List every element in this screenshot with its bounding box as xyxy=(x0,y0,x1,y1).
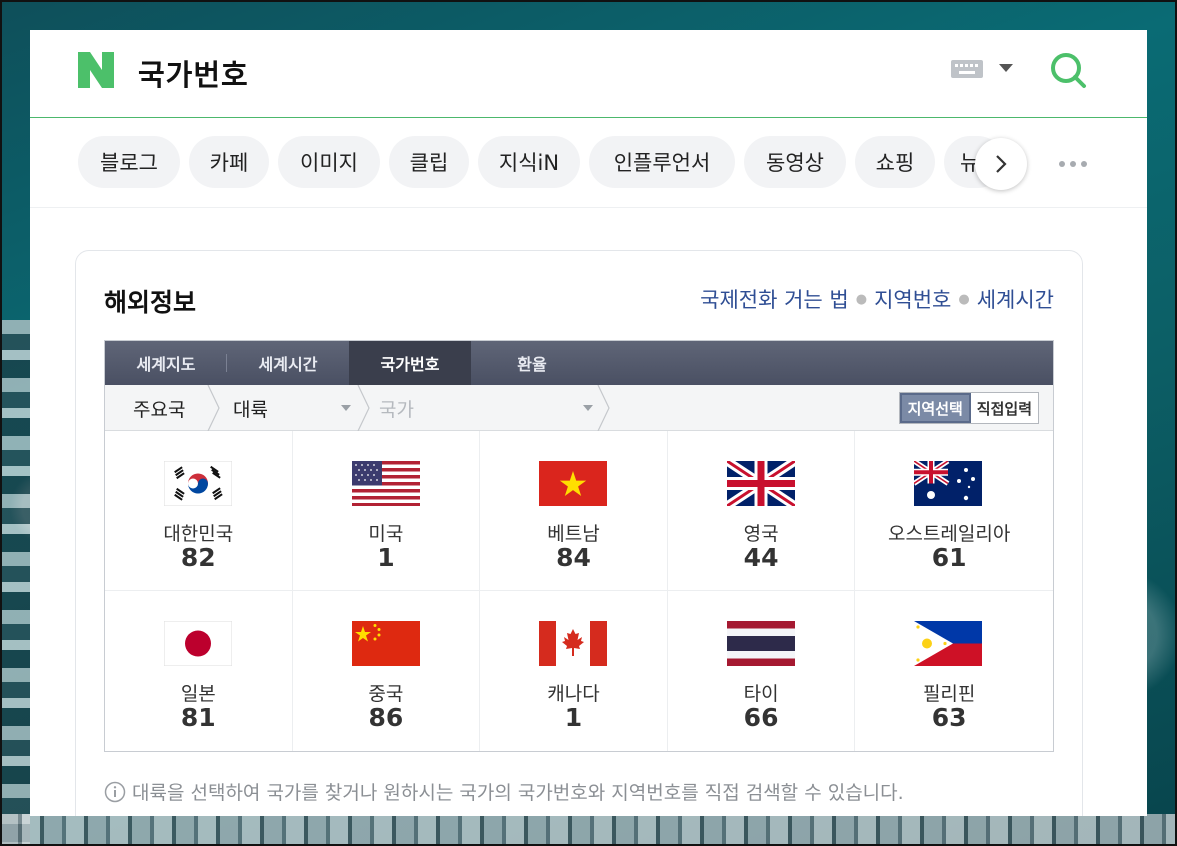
country-name: 필리핀 xyxy=(922,683,976,705)
tabs-next-button[interactable] xyxy=(975,138,1027,190)
keyboard-icon[interactable] xyxy=(951,60,983,78)
search-icon[interactable] xyxy=(1048,50,1088,90)
filter-major-countries[interactable]: 주요국 xyxy=(133,385,185,431)
background-marina-bottom xyxy=(0,814,1177,846)
country-code-widget: 세계지도 세계시간 국가번호 환율 주요국 대륙 국가 지역선택 직접입력 대한… xyxy=(104,340,1054,752)
card-title: 해외정보 xyxy=(104,288,197,317)
link-separator: ● xyxy=(958,291,970,307)
tab-kin[interactable]: 지식iN xyxy=(478,136,580,188)
widget-tabs: 세계지도 세계시간 국가번호 환율 xyxy=(105,341,1053,385)
country-name: 일본 xyxy=(180,683,216,705)
tab-world-map[interactable]: 세계지도 xyxy=(105,341,227,385)
continent-select[interactable]: 대륙 xyxy=(233,385,268,431)
country-name: 캐나다 xyxy=(547,683,600,705)
tab-clip[interactable]: 클립 xyxy=(389,136,469,188)
country-row: 일본 81 중국 86 캐나다 1 타이 66 필리핀 63 xyxy=(105,591,1053,751)
country-cell-vn[interactable]: 베트남 84 xyxy=(480,431,668,590)
country-cell-th[interactable]: 타이 66 xyxy=(668,591,856,751)
country-select[interactable]: 국가 xyxy=(379,385,414,431)
country-name: 베트남 xyxy=(547,523,600,545)
caret-down-icon[interactable] xyxy=(998,63,1014,73)
breadcrumb-arrow-icon xyxy=(597,385,610,431)
country-name: 타이 xyxy=(743,683,779,705)
country-code: 63 xyxy=(931,703,967,732)
country-name: 중국 xyxy=(368,683,404,705)
flag-china-icon xyxy=(351,621,420,666)
toggle-region-select[interactable]: 지역선택 xyxy=(899,393,971,423)
country-cell-us[interactable]: 미국 1 xyxy=(293,431,481,590)
country-grid: 대한민국 82 미국 1 베트남 84 영국 44 오스트레일리아 61 일본 … xyxy=(105,431,1053,751)
country-cell-ph[interactable]: 필리핀 63 xyxy=(855,591,1043,751)
card-links: 국제전화 거는 법 ● 지역번호 ● 세계시간 xyxy=(700,284,1054,314)
overseas-info-card: 해외정보 국제전화 거는 법 ● 지역번호 ● 세계시간 세계지도 세계시간 국… xyxy=(75,250,1083,816)
link-international-call[interactable]: 국제전화 거는 법 xyxy=(700,284,849,314)
flag-korea-icon xyxy=(164,461,232,506)
country-cell-ca[interactable]: 캐나다 1 xyxy=(480,591,668,751)
country-cell-kr[interactable]: 대한민국 82 xyxy=(105,431,293,590)
country-code: 82 xyxy=(180,543,216,572)
caret-down-icon[interactable] xyxy=(583,405,593,411)
country-cell-au[interactable]: 오스트레일리아 61 xyxy=(855,431,1043,590)
tab-country-code[interactable]: 국가번호 xyxy=(349,341,471,385)
hint-text: 대륙을 선택하여 국가를 찾거나 원하시는 국가의 국가번호와 지역번호를 직접… xyxy=(132,782,904,804)
tab-influencer[interactable]: 인플루언서 xyxy=(589,136,735,188)
country-name: 오스트레일리아 xyxy=(887,523,1011,545)
flag-vietnam-icon xyxy=(539,461,608,506)
tab-exchange-rate[interactable]: 환율 xyxy=(471,341,593,385)
link-separator: ● xyxy=(855,291,868,307)
country-code: 1 xyxy=(564,703,583,732)
search-header: 국가번호 xyxy=(30,30,1147,118)
info-icon xyxy=(104,781,126,802)
flag-uk-icon xyxy=(726,461,795,506)
country-code: 44 xyxy=(743,543,779,572)
tab-cafe[interactable]: 카페 xyxy=(189,136,269,188)
tab-shopping[interactable]: 쇼핑 xyxy=(855,136,935,188)
flag-japan-icon xyxy=(164,621,232,666)
caret-down-icon[interactable] xyxy=(341,405,351,411)
country-code: 86 xyxy=(368,703,404,732)
more-dots-icon[interactable] xyxy=(1058,160,1088,168)
country-row: 대한민국 82 미국 1 베트남 84 영국 44 오스트레일리아 61 xyxy=(105,431,1053,591)
country-code: 1 xyxy=(377,543,395,572)
country-cell-gb[interactable]: 영국 44 xyxy=(668,431,856,590)
toggle-direct-input[interactable]: 직접입력 xyxy=(970,393,1038,423)
country-code: 84 xyxy=(556,543,591,572)
input-mode-toggle: 지역선택 직접입력 xyxy=(898,392,1039,424)
filter-bar: 주요국 대륙 국가 지역선택 직접입력 xyxy=(105,385,1053,431)
country-name: 미국 xyxy=(368,523,404,545)
country-name: 대한민국 xyxy=(163,523,234,545)
link-world-time[interactable]: 세계시간 xyxy=(977,284,1054,314)
search-query[interactable]: 국가번호 xyxy=(138,52,249,94)
help-hint: 대륙을 선택하여 국가를 찾거나 원하시는 국가의 국가번호와 지역번호를 직접… xyxy=(104,778,904,805)
country-cell-jp[interactable]: 일본 81 xyxy=(105,591,293,751)
naver-logo-icon[interactable] xyxy=(78,52,114,88)
link-area-code[interactable]: 지역번호 xyxy=(874,284,951,314)
flag-australia-icon xyxy=(914,461,983,506)
tab-blog[interactable]: 블로그 xyxy=(78,136,180,188)
background-marina-left xyxy=(0,320,30,846)
search-panel: 국가번호 블로그 카페 이미지 클립 지식iN 인플루언서 동영상 쇼핑 뉴 해… xyxy=(30,30,1147,816)
flag-canada-icon xyxy=(539,621,608,666)
country-name: 영국 xyxy=(743,523,779,545)
flag-usa-icon xyxy=(351,461,420,506)
country-code: 66 xyxy=(743,703,779,732)
country-cell-cn[interactable]: 중국 86 xyxy=(293,591,481,751)
country-code: 61 xyxy=(931,543,967,572)
flag-thailand-icon xyxy=(726,621,795,666)
search-tabs: 블로그 카페 이미지 클립 지식iN 인플루언서 동영상 쇼핑 뉴 xyxy=(30,118,1147,208)
tab-video[interactable]: 동영상 xyxy=(744,136,846,188)
breadcrumb-arrow-icon xyxy=(357,385,370,431)
flag-philippines-icon xyxy=(914,621,983,666)
chevron-right-icon xyxy=(996,155,1007,173)
country-code: 81 xyxy=(180,703,216,732)
tab-image[interactable]: 이미지 xyxy=(278,136,380,188)
tab-world-time[interactable]: 세계시간 xyxy=(227,341,349,385)
breadcrumb-arrow-icon xyxy=(207,385,220,431)
